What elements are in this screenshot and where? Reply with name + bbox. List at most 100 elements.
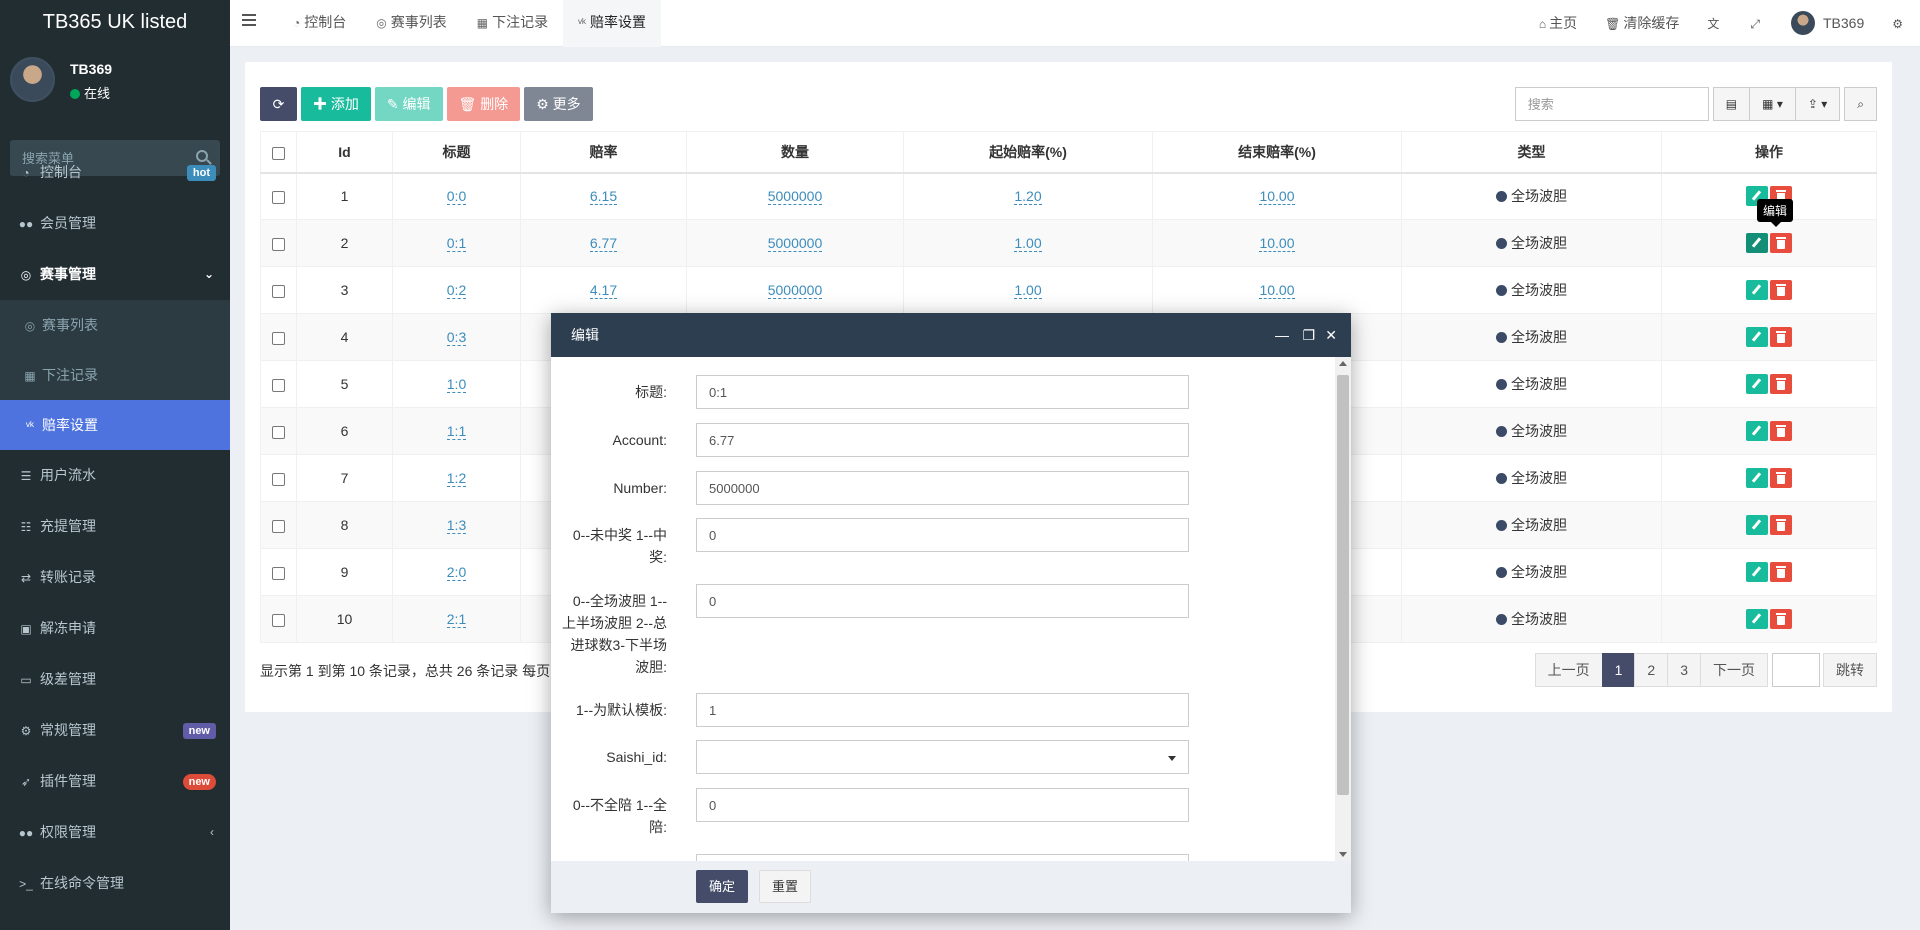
col-odds[interactable]: 赔率	[520, 131, 687, 174]
edit-row-button[interactable]	[1746, 327, 1768, 347]
edit-row-button[interactable]	[1746, 562, 1768, 582]
row-checkbox[interactable]	[272, 237, 285, 251]
title-link[interactable]: 0:3	[446, 329, 467, 346]
sidebar-item-events[interactable]: ◎ 赛事管理 ⌄	[0, 249, 230, 300]
col-start-odds[interactable]: 起始赔率(%)	[903, 131, 1153, 174]
home-link[interactable]: ⌂ 主页	[1525, 0, 1591, 48]
col-title[interactable]: 标题	[392, 131, 521, 174]
title-link[interactable]: 1:0	[446, 376, 467, 393]
sidebar-item-general[interactable]: ⚙ 常规管理 new	[0, 705, 230, 756]
title-link[interactable]: 1:2	[446, 470, 467, 487]
saishi-id-select[interactable]	[696, 740, 1189, 774]
edit-row-button[interactable]	[1746, 421, 1768, 441]
delete-row-button[interactable]	[1770, 421, 1792, 441]
table-search-input[interactable]	[1514, 87, 1709, 121]
title-link[interactable]: 0:0	[446, 188, 467, 206]
row-checkbox[interactable]	[272, 191, 285, 205]
col-quantity[interactable]: 数量	[686, 131, 904, 174]
title-link[interactable]: 1:1	[446, 423, 467, 440]
default-template-field[interactable]	[696, 693, 1189, 727]
prev-page-button[interactable]: 上一页	[1534, 653, 1603, 687]
scroll-thumb[interactable]	[1337, 375, 1349, 795]
edit-row-button[interactable]	[1746, 468, 1768, 488]
tab-odds-settings[interactable]: ᵛᵏ 赔率设置	[563, 0, 661, 47]
delete-row-button[interactable]	[1770, 562, 1792, 582]
odds-link[interactable]: 6.77	[589, 235, 618, 252]
delete-row-button[interactable]	[1770, 515, 1792, 535]
sidebar-item-deposit[interactable]: ☷ 充提管理	[0, 501, 230, 552]
close-icon[interactable]: ✕	[1325, 313, 1337, 357]
table-row[interactable]: 1 0:0 6.15 5000000 1.20 10.00 全场波胆	[260, 172, 1877, 220]
col-type[interactable]: 类型	[1401, 131, 1662, 174]
edit-row-button[interactable]	[1746, 233, 1768, 253]
start-odds-link[interactable]: 1.00	[1014, 235, 1042, 252]
scroll-up-icon[interactable]	[1339, 361, 1347, 366]
odds-link[interactable]: 6.15	[589, 188, 618, 206]
add-button[interactable]: ✚ 添加	[301, 87, 371, 121]
dialog-scrollbar[interactable]	[1335, 357, 1351, 861]
table-row[interactable]: 2 0:1 6.77 5000000 1.00 10.00 全场波胆	[260, 219, 1877, 267]
delete-row-button[interactable]	[1770, 280, 1792, 300]
quantity-link[interactable]: 5000000	[767, 188, 823, 206]
sidebar-subitem-odds-settings[interactable]: ᵛᵏ 赔率设置	[0, 400, 230, 450]
delete-row-button[interactable]	[1770, 468, 1792, 488]
confirm-button[interactable]: 确定	[696, 870, 749, 903]
sidebar-subitem-bet-records[interactable]: ▦ 下注记录	[0, 350, 230, 400]
edit-row-button[interactable]	[1746, 609, 1768, 629]
start-odds-link[interactable]: 1.00	[1014, 282, 1042, 299]
reset-button[interactable]: 重置	[759, 870, 812, 903]
maximize-icon[interactable]: ❐	[1302, 313, 1315, 357]
next-page-button[interactable]: 下一页	[1700, 653, 1768, 687]
title-field[interactable]	[696, 375, 1189, 409]
col-id[interactable]: Id	[296, 131, 393, 174]
sidebar-item-level[interactable]: ▭ 级差管理	[0, 654, 230, 705]
bet-type-field[interactable]	[696, 584, 1189, 618]
end-odds-link[interactable]: 10.00	[1259, 188, 1295, 206]
row-checkbox[interactable]	[272, 519, 285, 533]
page-2-button[interactable]: 2	[1634, 653, 1669, 687]
sidebar-item-dashboard[interactable]: ◔ 控制台 hot	[0, 147, 230, 198]
title-link[interactable]: 0:2	[446, 282, 467, 299]
row-checkbox[interactable]	[272, 378, 285, 392]
edit-row-button[interactable]	[1746, 374, 1768, 394]
next-field[interactable]	[696, 854, 1189, 861]
edit-row-button[interactable]	[1746, 280, 1768, 300]
start-odds-link[interactable]: 1.20	[1014, 188, 1042, 206]
odds-link[interactable]: 4.17	[589, 282, 618, 299]
title-link[interactable]: 2:0	[446, 564, 467, 581]
more-button[interactable]: ⚙ 更多	[524, 87, 593, 121]
edit-button[interactable]: ✎ 编辑	[374, 87, 443, 121]
sidebar-item-plugins[interactable]: ➶ 插件管理 new	[0, 756, 230, 807]
sidebar-item-permissions[interactable]: ●● 权限管理 ‹	[0, 807, 230, 858]
sidebar-item-transfer[interactable]: ⇄ 转账记录	[0, 552, 230, 603]
sidebar-subitem-event-list[interactable]: ◎ 赛事列表	[0, 300, 230, 350]
row-checkbox[interactable]	[272, 613, 285, 627]
clear-cache-link[interactable]: 🗑 清除缓存	[1591, 0, 1693, 48]
jump-button[interactable]: 跳转	[1823, 653, 1877, 687]
table-row[interactable]: 3 0:2 4.17 5000000 1.00 10.00 全场波胆	[260, 266, 1877, 314]
row-checkbox[interactable]	[272, 472, 285, 486]
title-link[interactable]: 1:3	[446, 517, 467, 534]
tab-event-list[interactable]: ◎ 赛事列表	[361, 0, 461, 47]
page-jump-input[interactable]	[1772, 653, 1820, 687]
minimize-icon[interactable]: —	[1275, 313, 1289, 357]
fullscreen-button[interactable]: ⤢	[1736, 0, 1777, 48]
toggle-view-button[interactable]: ▤	[1712, 87, 1751, 121]
settings-button[interactable]: ⚙	[1878, 0, 1920, 48]
delete-row-button[interactable]	[1770, 327, 1792, 347]
quantity-link[interactable]: 5000000	[767, 235, 823, 252]
end-odds-link[interactable]: 10.00	[1259, 282, 1295, 299]
scroll-down-icon[interactable]	[1339, 852, 1347, 857]
number-field[interactable]	[696, 471, 1189, 505]
row-checkbox[interactable]	[272, 331, 285, 345]
title-link[interactable]: 0:1	[446, 235, 467, 252]
win-status-field[interactable]	[696, 518, 1189, 552]
row-checkbox[interactable]	[272, 425, 285, 439]
row-checkbox[interactable]	[272, 284, 285, 298]
sidebar-item-user-flow[interactable]: ☰ 用户流水	[0, 450, 230, 501]
account-field[interactable]	[696, 423, 1189, 457]
delete-row-button[interactable]	[1770, 374, 1792, 394]
sidebar-item-command[interactable]: >_ 在线命令管理	[0, 858, 230, 909]
col-end-odds[interactable]: 结束赔率(%)	[1152, 131, 1402, 174]
full-escort-field[interactable]	[696, 788, 1189, 822]
